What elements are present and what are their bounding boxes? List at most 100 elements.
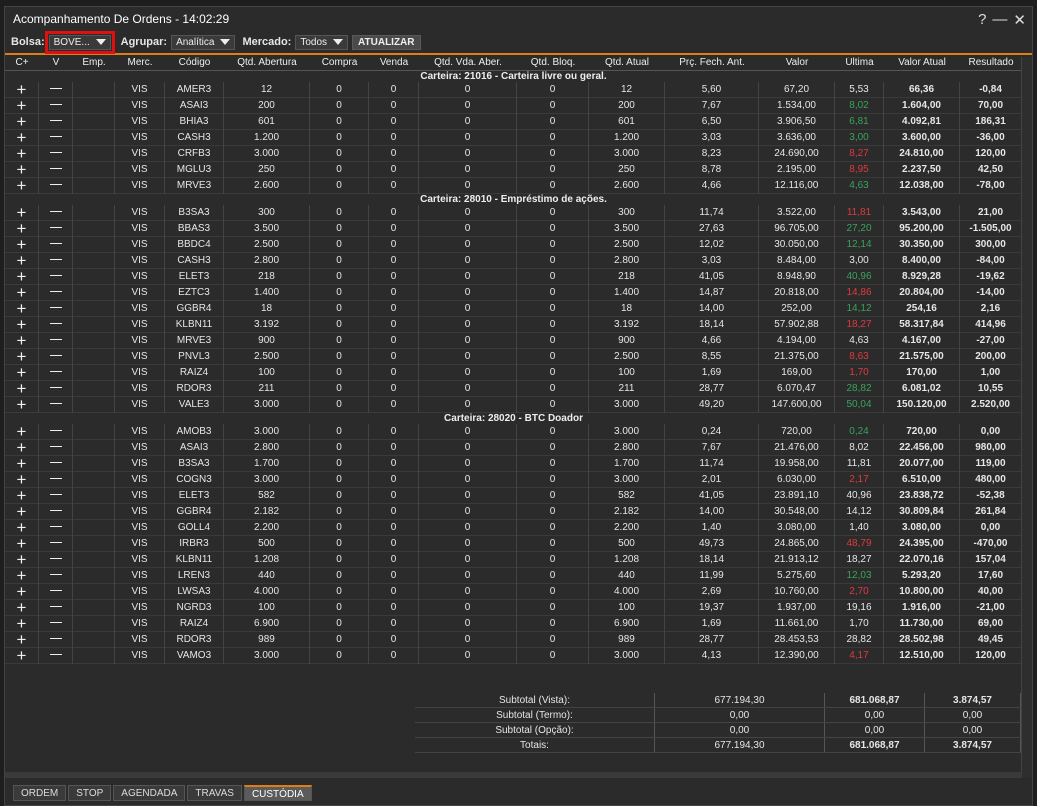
column-header[interactable]: Qtd. Abertura	[224, 57, 310, 70]
column-header[interactable]: Emp.	[73, 57, 115, 70]
column-header[interactable]: Valor Atual	[884, 57, 960, 70]
table-row[interactable]: + VIS BBDC4 2.500 0 0 0 0 2.500 12,02 30.050,00 12,…	[5, 236, 1022, 253]
remove-icon[interactable]	[39, 236, 73, 253]
remove-icon[interactable]	[39, 599, 73, 616]
agrupar-select[interactable]: Analítica	[171, 34, 236, 50]
table-row[interactable]: + VIS RDOR3 211 0 0 0 0 211 28,77 6.070,47 28,82 6.0…	[5, 380, 1022, 397]
remove-icon[interactable]	[39, 519, 73, 536]
column-header[interactable]: Valor	[759, 57, 835, 70]
table-row[interactable]: + VIS BHIA3 601 0 0 0 0 601 6,50 3.906,50 6,81 4.092…	[5, 113, 1022, 130]
table-row[interactable]: + VIS CRFB3 3.000 0 0 0 0 3.000 8,23 24.690,00 8,27…	[5, 145, 1022, 162]
bolsa-select[interactable]: BOVE...	[44, 30, 115, 54]
add-icon[interactable]: +	[5, 503, 39, 520]
remove-icon[interactable]	[39, 268, 73, 285]
add-icon[interactable]: +	[5, 647, 39, 664]
add-icon[interactable]: +	[5, 97, 39, 114]
close-icon[interactable]: ✕	[1013, 11, 1026, 29]
column-header[interactable]: Venda	[369, 57, 419, 70]
remove-icon[interactable]	[39, 364, 73, 381]
column-header[interactable]: Código	[165, 57, 224, 70]
add-icon[interactable]: +	[5, 535, 39, 552]
add-icon[interactable]: +	[5, 300, 39, 317]
add-icon[interactable]: +	[5, 519, 39, 536]
column-header[interactable]: Resultado	[960, 57, 1022, 70]
help-icon[interactable]: ?	[978, 11, 986, 29]
add-icon[interactable]: +	[5, 583, 39, 600]
column-header[interactable]: C+	[5, 57, 39, 70]
remove-icon[interactable]	[39, 535, 73, 552]
table-row[interactable]: + VIS VALE3 3.000 0 0 0 0 3.000 49,20 147.600,00 50…	[5, 396, 1022, 413]
remove-icon[interactable]	[39, 145, 73, 162]
remove-icon[interactable]	[39, 97, 73, 114]
tab-custódia[interactable]: CUSTÓDIA	[243, 785, 312, 801]
remove-icon[interactable]	[39, 396, 73, 413]
table-row[interactable]: + VIS MRVE3 2.600 0 0 0 0 2.600 4,66 12.116,00 4,63…	[5, 177, 1022, 194]
table-row[interactable]: + VIS EZTC3 1.400 0 0 0 0 1.400 14,87 20.818,00 14,…	[5, 284, 1022, 301]
table-row[interactable]: + VIS B3SA3 300 0 0 0 0 300 11,74 3.522,00 11,81 3.5…	[5, 204, 1022, 221]
add-icon[interactable]: +	[5, 364, 39, 381]
table-row[interactable]: + VIS RDOR3 989 0 0 0 0 989 28,77 28.453,53 28,82 28…	[5, 631, 1022, 648]
tab-travas[interactable]: TRAVAS	[187, 785, 242, 801]
table-row[interactable]: + VIS COGN3 3.000 0 0 0 0 3.000 2,01 6.030,00 2,17 6…	[5, 471, 1022, 488]
column-header[interactable]: Merc.	[115, 57, 165, 70]
remove-icon[interactable]	[39, 439, 73, 456]
column-header[interactable]: V	[39, 57, 73, 70]
table-row[interactable]: + VIS KLBN11 1.208 0 0 0 0 1.208 18,14 21.913,12 18…	[5, 551, 1022, 568]
atualizar-button[interactable]: ATUALIZAR	[352, 34, 421, 50]
tab-agendada[interactable]: AGENDADA	[113, 785, 186, 801]
remove-icon[interactable]	[39, 487, 73, 504]
remove-icon[interactable]	[39, 423, 73, 440]
remove-icon[interactable]	[39, 300, 73, 317]
add-icon[interactable]: +	[5, 455, 39, 472]
add-icon[interactable]: +	[5, 236, 39, 253]
table-row[interactable]: + VIS GGBR4 2.182 0 0 0 0 2.182 14,00 30.548,00 14,…	[5, 503, 1022, 520]
table-row[interactable]: + VIS ELET3 218 0 0 0 0 218 41,05 8.948,90 40,96 8.9…	[5, 268, 1022, 285]
add-icon[interactable]: +	[5, 631, 39, 648]
add-icon[interactable]: +	[5, 220, 39, 237]
table-row[interactable]: + VIS B3SA3 1.700 0 0 0 0 1.700 11,74 19.958,00 11,…	[5, 455, 1022, 472]
remove-icon[interactable]	[39, 332, 73, 349]
tab-ordem[interactable]: ORDEM	[13, 785, 67, 801]
remove-icon[interactable]	[39, 631, 73, 648]
remove-icon[interactable]	[39, 380, 73, 397]
remove-icon[interactable]	[39, 583, 73, 600]
minimize-icon[interactable]: —	[992, 11, 1007, 29]
add-icon[interactable]: +	[5, 145, 39, 162]
vertical-scrollbar[interactable]	[1021, 57, 1032, 777]
add-icon[interactable]: +	[5, 113, 39, 130]
table-row[interactable]: + VIS AMOB3 3.000 0 0 0 0 3.000 0,24 720,00 0,24 720…	[5, 423, 1022, 440]
table-row[interactable]: + VIS PNVL3 2.500 0 0 0 0 2.500 8,55 21.375,00 8,63…	[5, 348, 1022, 365]
remove-icon[interactable]	[39, 129, 73, 146]
horizontal-scrollbar[interactable]	[5, 772, 1022, 778]
table-row[interactable]: + VIS MGLU3 250 0 0 0 0 250 8,78 2.195,00 8,95 2.237…	[5, 161, 1022, 178]
remove-icon[interactable]	[39, 81, 73, 98]
add-icon[interactable]: +	[5, 615, 39, 632]
add-icon[interactable]: +	[5, 284, 39, 301]
add-icon[interactable]: +	[5, 380, 39, 397]
add-icon[interactable]: +	[5, 81, 39, 98]
remove-icon[interactable]	[39, 615, 73, 632]
tab-stop[interactable]: STOP	[68, 785, 112, 801]
table-row[interactable]: + VIS MRVE3 900 0 0 0 0 900 4,66 4.194,00 4,63 4.167…	[5, 332, 1022, 349]
remove-icon[interactable]	[39, 348, 73, 365]
column-header[interactable]: Compra	[310, 57, 369, 70]
remove-icon[interactable]	[39, 455, 73, 472]
table-row[interactable]: + VIS ELET3 582 0 0 0 0 582 41,05 23.891,10 40,96 23…	[5, 487, 1022, 504]
table-row[interactable]: + VIS RAIZ4 6.900 0 0 0 0 6.900 1,69 11.661,00 1,70…	[5, 615, 1022, 632]
table-row[interactable]: + VIS ASAI3 200 0 0 0 0 200 7,67 1.534,00 8,02 1.604…	[5, 97, 1022, 114]
table-row[interactable]: + VIS GGBR4 18 0 0 0 0 18 14,00 252,00 14,12 254,16 2…	[5, 300, 1022, 317]
add-icon[interactable]: +	[5, 177, 39, 194]
add-icon[interactable]: +	[5, 471, 39, 488]
add-icon[interactable]: +	[5, 252, 39, 269]
remove-icon[interactable]	[39, 252, 73, 269]
column-header[interactable]: Qtd. Atual	[589, 57, 665, 70]
remove-icon[interactable]	[39, 316, 73, 333]
remove-icon[interactable]	[39, 471, 73, 488]
mercado-select[interactable]: Todos	[295, 34, 349, 50]
table-row[interactable]: + VIS KLBN11 3.192 0 0 0 0 3.192 18,14 57.902,88 18…	[5, 316, 1022, 333]
add-icon[interactable]: +	[5, 423, 39, 440]
table-row[interactable]: + VIS VAMO3 3.000 0 0 0 0 3.000 4,13 12.390,00 4,17…	[5, 647, 1022, 664]
remove-icon[interactable]	[39, 284, 73, 301]
table-row[interactable]: + VIS NGRD3 100 0 0 0 0 100 19,37 1.937,00 19,16 1.9…	[5, 599, 1022, 616]
column-header[interactable]: Prç. Fech. Ant.	[665, 57, 759, 70]
